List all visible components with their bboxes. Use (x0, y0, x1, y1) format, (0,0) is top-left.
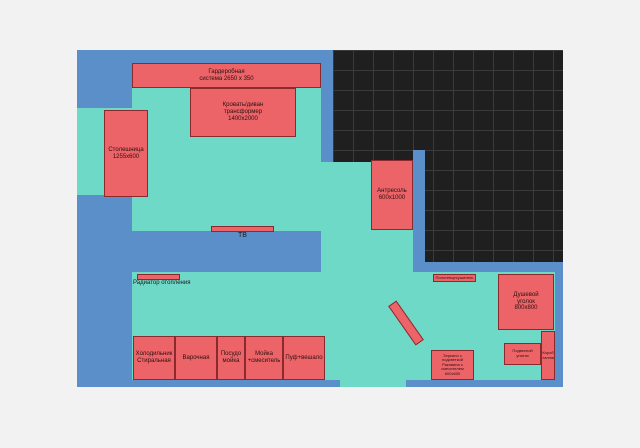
hob: Варочная (175, 336, 217, 380)
mezzanine: Антресоль 600x1000 (371, 160, 413, 230)
towel-rail: Полотенцесушитель (433, 274, 476, 282)
installation-box: Короб инсталляции (541, 331, 555, 380)
fridge-washer: Холодильник Стиральная (133, 336, 175, 380)
shower-corner: Душевой уголок 800x800 (498, 274, 554, 330)
wall-toilet: Подвесной унитаз (504, 343, 541, 365)
radiator-label: Радиатор отопления (133, 280, 191, 286)
pouf-hanger: Пуф+вешало (283, 336, 325, 380)
bed-sofa-transformer: Кровать/диван трансформер 1400x2000 (190, 88, 296, 137)
sink-mixer: Мойка +смеситель (245, 336, 283, 380)
countertop: Столешница 1255x600 (104, 110, 148, 197)
bathroom-entry-floor (340, 370, 406, 387)
mirror-washbasin: Зеркало с подсветкой Раковина с смесител… (431, 350, 474, 380)
wardrobe-system: Гардеробная система 2650 x 350 (132, 63, 321, 88)
tv-label: ТВ (238, 232, 247, 239)
floor-plan: Гардеробная система 2650 x 350 Кровать/д… (0, 0, 640, 448)
dishwasher: Посудо мойка (217, 336, 245, 380)
inner-wall-mid (413, 150, 425, 267)
inner-wall-right (321, 50, 333, 162)
inner-wall-bathroom (413, 262, 563, 272)
